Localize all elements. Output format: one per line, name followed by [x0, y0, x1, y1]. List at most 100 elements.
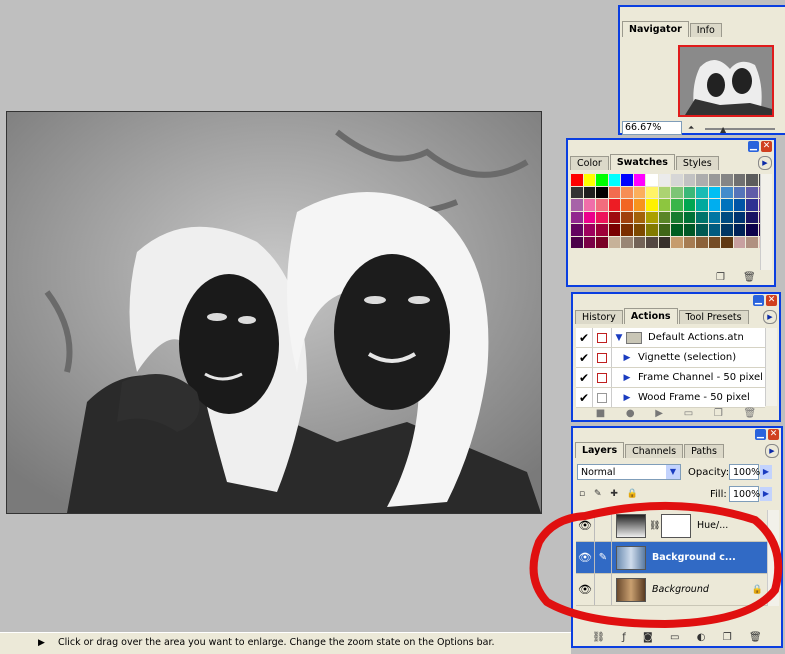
color-swatch[interactable]	[571, 236, 583, 248]
dialog-toggle-icon[interactable]	[593, 368, 612, 387]
panel-titlebar[interactable]	[568, 140, 774, 152]
chevron-right-icon[interactable]: ▶	[38, 633, 45, 653]
tab-paths[interactable]: Paths	[684, 444, 724, 458]
color-swatch[interactable]	[633, 224, 645, 236]
close-button[interactable]: ✕	[761, 141, 772, 152]
minimize-button[interactable]: ▁	[748, 141, 759, 152]
layer-style-icon[interactable]: ƒ	[622, 632, 626, 643]
color-swatch[interactable]	[733, 186, 745, 198]
new-layer-icon[interactable]: ❐	[723, 632, 732, 643]
close-button[interactable]: ✕	[766, 295, 777, 306]
color-swatch[interactable]	[583, 224, 595, 236]
color-swatch[interactable]	[646, 236, 658, 248]
adjustment-layer-icon[interactable]: ◐	[697, 632, 706, 643]
color-swatch[interactable]	[583, 199, 595, 211]
color-swatch[interactable]	[671, 224, 683, 236]
dialog-toggle-icon[interactable]	[593, 388, 612, 407]
color-swatch[interactable]	[621, 211, 633, 223]
fill-slider-button[interactable]: ▶	[760, 487, 772, 501]
dialog-toggle-icon[interactable]	[593, 348, 612, 367]
color-swatch[interactable]	[721, 211, 733, 223]
lock-icons[interactable]: ▫ ✎ ✚ 🔒	[579, 489, 641, 499]
zoom-out-icon[interactable]: ⏶	[688, 123, 694, 133]
chevron-right-icon[interactable]: ▶	[620, 393, 634, 403]
navigator-preview[interactable]	[678, 45, 774, 117]
color-swatch[interactable]	[671, 174, 683, 186]
record-icon[interactable]: ●	[626, 408, 635, 419]
color-swatch[interactable]	[683, 199, 695, 211]
color-swatch[interactable]	[621, 236, 633, 248]
color-swatch[interactable]	[733, 236, 745, 248]
color-swatch[interactable]	[583, 186, 595, 198]
tab-tool-presets[interactable]: Tool Presets	[678, 310, 749, 324]
color-swatch[interactable]	[671, 236, 683, 248]
color-swatch[interactable]	[583, 236, 595, 248]
color-swatch[interactable]	[708, 186, 720, 198]
trash-icon[interactable]: 🗑	[744, 408, 757, 419]
color-swatch[interactable]	[621, 199, 633, 211]
color-swatch[interactable]	[746, 186, 758, 198]
color-swatch[interactable]	[746, 174, 758, 186]
layer-row[interactable]: 👁 Background 🔒	[576, 574, 767, 606]
color-swatch[interactable]	[683, 186, 695, 198]
color-swatch[interactable]	[708, 174, 720, 186]
new-action-icon[interactable]: ❐	[714, 408, 723, 419]
layer-row[interactable]: 👁 ⛓ Hue/...	[576, 510, 767, 542]
play-icon[interactable]: ▶	[655, 408, 663, 419]
color-swatch[interactable]	[733, 224, 745, 236]
color-swatch[interactable]	[696, 174, 708, 186]
brush-icon[interactable]: ✎	[595, 542, 612, 573]
check-icon[interactable]: ✔	[576, 328, 593, 347]
tab-history[interactable]: History	[575, 310, 623, 324]
color-swatch[interactable]	[646, 186, 658, 198]
tab-layers[interactable]: Layers	[575, 442, 625, 458]
color-swatch[interactable]	[696, 224, 708, 236]
color-swatch[interactable]	[683, 236, 695, 248]
tab-color[interactable]: Color	[570, 156, 609, 170]
color-swatch[interactable]	[671, 211, 683, 223]
color-swatch[interactable]	[571, 174, 583, 186]
zoom-level-field[interactable]: 66.67%	[622, 121, 682, 135]
color-swatch[interactable]	[621, 224, 633, 236]
color-swatch[interactable]	[696, 199, 708, 211]
swatches-scrollbar[interactable]	[760, 174, 772, 270]
color-swatch[interactable]	[683, 224, 695, 236]
color-swatch[interactable]	[671, 186, 683, 198]
close-button[interactable]: ✕	[768, 429, 779, 440]
color-swatch[interactable]	[721, 224, 733, 236]
chevron-right-icon[interactable]: ▶	[620, 353, 634, 363]
panel-titlebar[interactable]	[573, 294, 779, 306]
color-swatch[interactable]	[596, 174, 608, 186]
brush-icon[interactable]	[595, 510, 612, 541]
color-swatch[interactable]	[721, 199, 733, 211]
color-swatch[interactable]	[646, 224, 658, 236]
action-row[interactable]: ✔ ▶ Frame Channel - 50 pixel	[576, 368, 765, 388]
color-swatch[interactable]	[683, 174, 695, 186]
color-swatch[interactable]	[708, 224, 720, 236]
color-swatch[interactable]	[658, 211, 670, 223]
tab-info[interactable]: Info	[689, 23, 722, 37]
color-swatch[interactable]	[671, 199, 683, 211]
color-swatch[interactable]	[733, 199, 745, 211]
color-swatch[interactable]	[646, 199, 658, 211]
color-swatch[interactable]	[571, 199, 583, 211]
panel-menu-button[interactable]: ▶	[758, 156, 772, 170]
color-swatch[interactable]	[583, 211, 595, 223]
zoom-slider[interactable]	[705, 128, 775, 130]
color-swatch[interactable]	[608, 186, 620, 198]
color-swatch[interactable]	[658, 186, 670, 198]
opacity-field[interactable]: 100%	[729, 464, 760, 480]
minimize-button[interactable]: ▁	[753, 295, 764, 306]
color-swatch[interactable]	[621, 186, 633, 198]
minimize-button[interactable]: ▁	[755, 429, 766, 440]
color-swatch[interactable]	[608, 174, 620, 186]
color-swatch[interactable]	[708, 236, 720, 248]
dialog-toggle-icon[interactable]	[593, 328, 612, 347]
color-swatch[interactable]	[658, 224, 670, 236]
check-icon[interactable]: ✔	[576, 388, 593, 407]
tab-navigator[interactable]: Navigator	[622, 21, 689, 37]
color-swatch[interactable]	[633, 236, 645, 248]
new-swatch-icon[interactable]: ❐	[716, 272, 725, 283]
eye-icon[interactable]: 👁	[576, 574, 595, 605]
new-group-icon[interactable]: ▭	[670, 632, 679, 643]
